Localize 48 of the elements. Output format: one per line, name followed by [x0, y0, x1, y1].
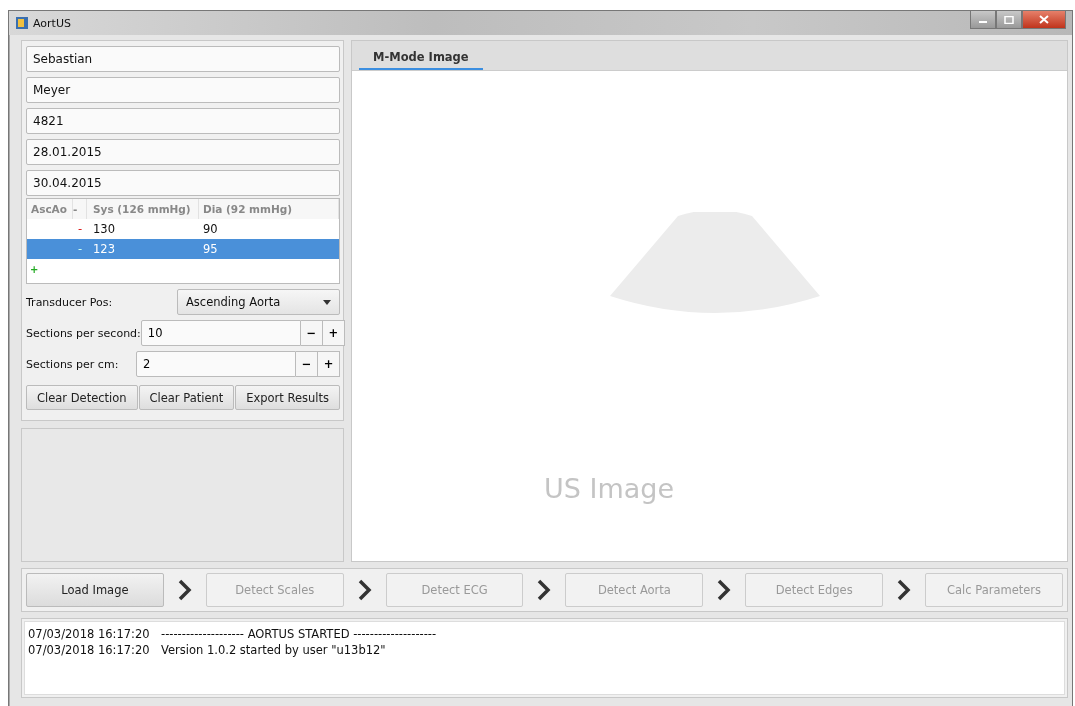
chevron-icon — [897, 579, 912, 601]
input-field[interactable]: 30.04.2015 — [26, 170, 340, 196]
table-cell-text: 123 — [92, 242, 116, 256]
field-label: Sections per second: — [26, 326, 141, 340]
chevron-icon — [357, 579, 372, 601]
maximize-button[interactable] — [996, 11, 1022, 29]
column-header: Sys (126 mmHg) — [87, 199, 199, 219]
minimize-button[interactable] — [970, 11, 996, 29]
table-cell-text: 90 — [202, 222, 219, 236]
app-icon — [15, 16, 29, 30]
input-field[interactable]: 4821 — [26, 108, 340, 134]
log-timestamp: 07/03/2018 16:17:20 — [28, 627, 151, 641]
remove-row-button[interactable]: - — [73, 222, 87, 236]
decrement-button[interactable]: − — [300, 320, 323, 346]
chevron-icon — [177, 579, 192, 601]
number-field[interactable]: 10 — [140, 320, 301, 346]
transducer-dropdown[interactable]: Ascending Aorta — [177, 289, 340, 315]
table-cell-text: 130 — [92, 222, 116, 236]
log-message: -------------------- AORTUS STARTED -------------------- — [161, 627, 437, 641]
dropdown-arrow-icon — [323, 299, 331, 305]
table-row[interactable]: - 130 90 — [27, 219, 339, 239]
input-field[interactable]: 28.01.2015 — [26, 139, 340, 165]
column-header: - — [73, 199, 87, 219]
decrement-button[interactable]: − — [296, 351, 318, 377]
input-field[interactable]: Sebastian — [26, 46, 340, 72]
field-label: Sections per cm: — [26, 357, 120, 371]
increment-button[interactable]: + — [318, 351, 340, 377]
image-placeholder-text: US Image — [544, 473, 675, 504]
log-message: Version 1.0.2 started by user "u13b12" — [161, 643, 386, 657]
column-header: Dia (92 mmHg) — [199, 199, 339, 219]
close-icon — [1039, 15, 1049, 24]
action-button[interactable]: Export Results — [235, 385, 340, 410]
column-header: AscAo — [27, 199, 73, 219]
table-cell-text: 95 — [202, 242, 219, 256]
chevron-icon — [717, 579, 732, 601]
input-field[interactable]: Meyer — [26, 77, 340, 103]
tab[interactable]: M-Mode Image — [359, 50, 483, 70]
window-title: AortUS — [33, 16, 71, 30]
number-field[interactable]: 2 — [136, 351, 296, 377]
chevron-icon — [537, 579, 552, 601]
maximize-icon — [1004, 15, 1014, 24]
field-label: Transducer Pos: — [26, 295, 114, 309]
step-button[interactable]: Load Image — [26, 573, 164, 607]
increment-button[interactable]: + — [322, 320, 345, 346]
action-button[interactable]: Clear Detection — [26, 385, 138, 410]
action-button[interactable]: Clear Patient — [138, 385, 235, 410]
close-button[interactable] — [1022, 11, 1066, 29]
log-timestamp: 07/03/2018 16:17:20 — [28, 643, 151, 657]
